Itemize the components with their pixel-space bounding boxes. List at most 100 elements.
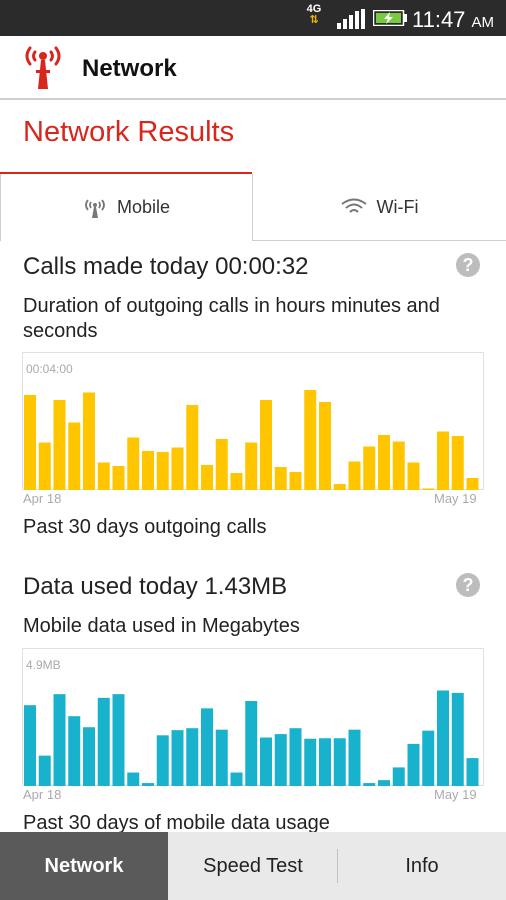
status-bar: 4G ⇅ 11:47 AM	[0, 0, 506, 36]
data-bar-20	[304, 738, 317, 786]
calls-bar-7	[112, 466, 125, 490]
calls-subtitle: Duration of outgoing calls in hours minu…	[23, 295, 440, 342]
calls-chart-plot	[24, 390, 479, 490]
data-bar-26	[392, 767, 405, 786]
calls-bar-15	[230, 473, 243, 490]
data-chart	[22, 648, 484, 786]
tab-wifi[interactable]: Wi-Fi	[253, 174, 506, 241]
calls-bar-30	[451, 436, 464, 490]
data-heading: Data used today 1.43MB	[23, 573, 288, 600]
calls-bar-4	[68, 422, 81, 490]
calls-bar-11	[171, 447, 184, 490]
cell-tower-icon	[85, 198, 105, 218]
calls-bar-6	[97, 462, 110, 490]
app-bar: Network	[0, 36, 506, 100]
tab-wifi-label: Wi-Fi	[376, 196, 419, 217]
calls-chart-start-label: Apr 18	[23, 491, 62, 506]
calls-bar-14	[215, 439, 228, 490]
calls-bar-27	[407, 462, 420, 490]
calls-bar-20	[304, 390, 317, 490]
data-bar-13	[201, 708, 213, 786]
data-chart-end-label: May 19	[434, 787, 477, 802]
calls-bar-26	[392, 441, 405, 490]
calls-bar-29	[437, 431, 449, 490]
data-bar-9	[142, 783, 154, 786]
data-bar-1	[24, 705, 36, 786]
data-bar-5	[83, 727, 95, 786]
data-bar-3	[53, 694, 66, 786]
calls-bar-8	[127, 437, 140, 490]
calls-bar-21	[319, 402, 331, 490]
calls-bar-2	[38, 442, 51, 490]
calls-caption: Past 30 days outgoing calls	[23, 516, 267, 538]
data-bar-15	[230, 772, 243, 786]
calls-bar-5	[83, 392, 95, 490]
data-bar-30	[451, 692, 464, 786]
data-chart-plot	[24, 690, 479, 786]
data-bar-25	[378, 780, 390, 786]
calls-chart-max-label: 00:04:00	[26, 362, 73, 376]
clock-time: 11:47	[412, 7, 466, 32]
calls-bar-9	[142, 451, 154, 490]
data-activity-icon: ⇅	[309, 14, 319, 26]
data-bar-7	[112, 694, 125, 786]
calls-bar-16	[245, 442, 258, 490]
clock-ampm: AM	[471, 14, 495, 31]
calls-bar-18	[274, 467, 287, 490]
clock: 11:47 AM	[412, 7, 494, 33]
data-bar-31	[466, 758, 479, 786]
data-bar-12	[186, 728, 199, 786]
calls-chart	[22, 352, 484, 490]
data-bar-29	[437, 690, 449, 786]
antenna-tower-icon[interactable]	[22, 44, 64, 90]
data-help-icon[interactable]: ?	[456, 573, 480, 597]
data-bar-10	[156, 735, 169, 786]
signal-strength-icon	[337, 9, 365, 29]
calls-bar-1	[24, 395, 36, 490]
calls-help-icon[interactable]: ?	[456, 253, 480, 277]
data-bar-8	[127, 772, 140, 786]
data-chart-start-label: Apr 18	[23, 787, 62, 802]
nav-speed-test[interactable]: Speed Test	[168, 832, 338, 900]
data-bar-21	[319, 738, 331, 786]
data-bar-4	[68, 716, 81, 786]
calls-bar-10	[156, 452, 169, 490]
bottom-nav: Network Speed Test Info	[0, 832, 506, 900]
data-bar-19	[289, 728, 302, 786]
data-bar-22	[333, 738, 346, 786]
network-type-indicator: 4G ⇅	[303, 4, 325, 26]
calls-bar-22	[333, 484, 346, 490]
calls-bar-17	[260, 400, 272, 490]
data-bar-16	[245, 701, 258, 786]
tab-mobile-label: Mobile	[116, 197, 171, 217]
calls-chart-end-label: May 19	[434, 491, 477, 506]
data-bar-11	[171, 730, 184, 786]
calls-bar-25	[378, 435, 390, 490]
calls-bar-13	[201, 465, 213, 490]
nav-network[interactable]: Network	[0, 832, 168, 900]
calls-bar-19	[289, 472, 302, 490]
page-title: Network Results	[23, 116, 235, 148]
wifi-icon	[340, 198, 367, 213]
nav-info[interactable]: Info	[338, 832, 506, 900]
calls-bar-23	[348, 461, 361, 490]
data-bar-2	[38, 755, 51, 786]
data-bar-18	[274, 734, 287, 786]
data-bar-14	[215, 729, 228, 786]
calls-heading: Calls made today 00:00:32	[23, 253, 309, 280]
calls-bar-12	[186, 405, 199, 490]
data-bar-28	[422, 730, 435, 786]
app-title: Network	[82, 55, 177, 82]
data-bar-24	[363, 783, 376, 786]
calls-bar-28	[422, 488, 435, 490]
calls-bar-24	[363, 446, 376, 490]
tab-bar: Mobile Wi-Fi	[0, 174, 506, 241]
battery-charging-icon	[373, 10, 407, 26]
tab-mobile[interactable]: Mobile	[0, 174, 253, 241]
calls-bar-3	[53, 400, 66, 490]
data-bar-23	[348, 729, 361, 786]
data-chart-max-label: 4.9MB	[26, 658, 61, 672]
data-bar-27	[407, 743, 420, 786]
data-bar-17	[260, 737, 272, 786]
calls-bar-31	[466, 478, 479, 490]
